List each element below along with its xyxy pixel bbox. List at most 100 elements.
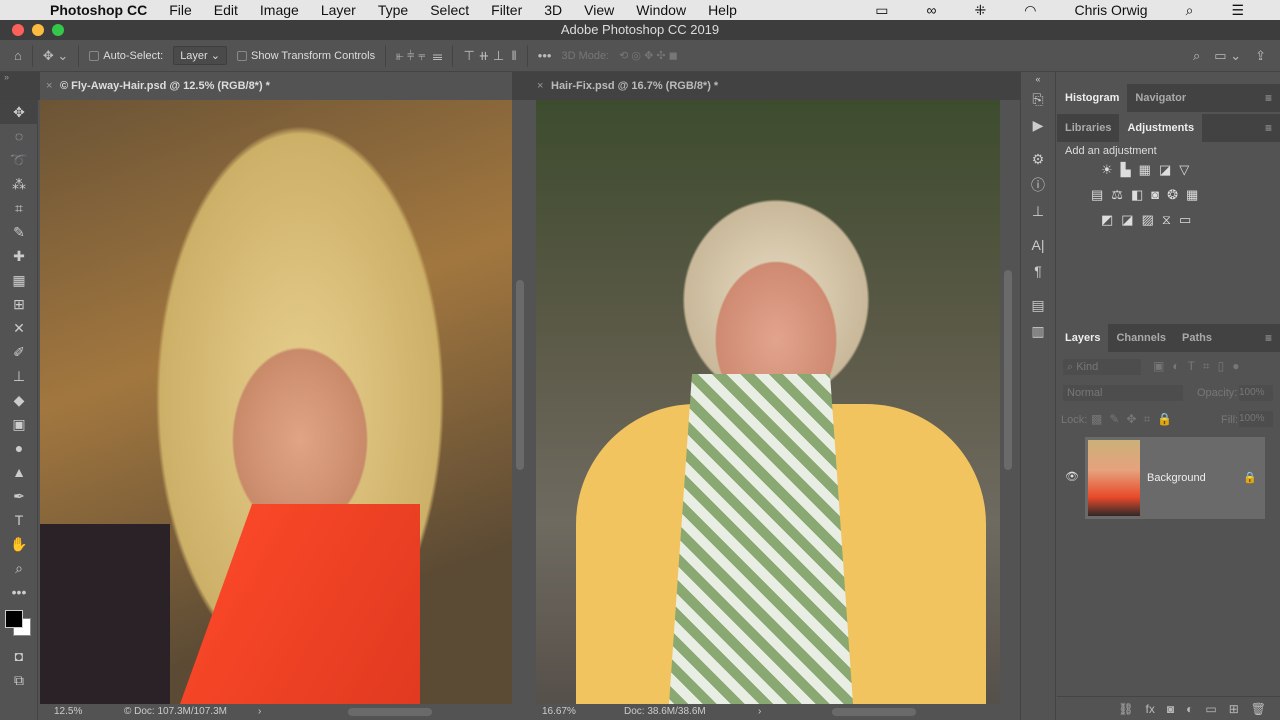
move-tool-icon[interactable]: ✥ [0,100,38,124]
home-icon[interactable]: ⌂ [14,48,22,63]
search-icon[interactable]: ⌕ [1193,48,1200,64]
display-icon[interactable]: ▭ [875,2,888,19]
blur-tool-icon[interactable]: ● [0,436,38,460]
foreground-color-swatch[interactable] [5,610,23,628]
hue-saturation-icon[interactable]: ▤ [1091,187,1103,203]
menu-filter[interactable]: Filter [491,2,522,18]
actions-play-icon[interactable]: ▶ [1021,112,1055,138]
auto-select-checkbox[interactable]: Auto-Select: [89,50,163,62]
blend-mode-dropdown[interactable]: Normal [1063,385,1183,401]
lock-icons[interactable]: ▩✎✥⌗🔒 [1091,412,1179,427]
color-balance-icon[interactable]: ⚖ [1111,187,1123,203]
red-eye-icon[interactable]: ✕ [0,316,38,340]
scrollbar-thumb[interactable] [516,280,524,470]
status-menu-arrow-icon[interactable]: › [758,704,761,720]
move-tool-preset-icon[interactable]: ✥ ⌄ [43,48,68,64]
panel-menu-icon[interactable]: ≡ [1265,91,1272,105]
paragraph-icon[interactable]: ¶ [1021,258,1055,284]
layer-row-background[interactable]: Background 🔒 [1085,437,1265,519]
wifi-icon[interactable]: ◠ [1024,2,1036,19]
tab-navigator[interactable]: Navigator [1127,84,1194,112]
vibrance-icon[interactable]: ▽ [1179,162,1189,178]
exposure-icon[interactable]: ◪ [1159,162,1171,178]
user-name[interactable]: Chris Orwig [1074,2,1147,18]
channel-mixer-icon[interactable]: ❂ [1167,187,1178,203]
menu-window[interactable]: Window [636,2,686,18]
visibility-eye-icon[interactable]: 👁 [1065,470,1079,483]
marquee-tool-icon[interactable]: ◌ [0,124,38,148]
history-icon[interactable]: ⎘ [1021,86,1055,112]
new-group-icon[interactable]: ▭ [1205,702,1216,716]
bluetooth-icon[interactable]: ⁜ [975,2,987,19]
tab-fly-away-hair[interactable]: × © Fly-Away-Hair.psd @ 12.5% (RGB/8*) * [40,72,512,100]
close-tab-icon[interactable]: × [46,72,52,100]
vertical-scrollbar[interactable] [512,100,528,704]
share-icon[interactable]: ⇪ [1255,48,1266,64]
brightness-contrast-icon[interactable]: ☀ [1101,162,1113,178]
tab-adjustments[interactable]: Adjustments [1119,114,1203,142]
menu-layer[interactable]: Layer [321,2,356,18]
tab-paths[interactable]: Paths [1174,324,1220,352]
menu-view[interactable]: View [584,2,614,18]
type-tool-icon[interactable]: T [0,508,38,532]
healing-brush-icon[interactable]: ✚ [0,244,38,268]
black-white-icon[interactable]: ◧ [1131,187,1143,203]
clone-stamp-icon[interactable]: ⊥ [0,364,38,388]
show-transform-checkbox[interactable]: Show Transform Controls [237,50,375,62]
fill-field[interactable]: 100% [1239,411,1273,427]
tab-channels[interactable]: Channels [1108,324,1174,352]
patch-tool-icon[interactable]: ▦ [0,268,38,292]
properties-icon[interactable]: ⚙ [1021,146,1055,172]
eraser-icon[interactable]: ◆ [0,388,38,412]
content-aware-move-icon[interactable]: ⊞ [0,292,38,316]
delete-layer-icon[interactable]: 🗑 [1251,702,1266,716]
menu-type[interactable]: Type [378,2,408,18]
tab-libraries[interactable]: Libraries [1057,114,1119,142]
more-options-icon[interactable]: ••• [538,48,552,63]
dodge-tool-icon[interactable]: ▲ [0,460,38,484]
app-menu[interactable]: Photoshop CC [50,2,147,18]
menu-edit[interactable]: Edit [214,2,238,18]
eyedropper-icon[interactable]: ✎ [0,220,38,244]
quick-mask-icon[interactable]: ◘ [0,644,38,668]
tab-layers[interactable]: Layers [1057,324,1109,352]
workspace-icon[interactable]: ▭ ⌄ [1214,48,1241,64]
vertical-scrollbar[interactable] [1000,100,1016,704]
zoom-level[interactable]: 12.5% [54,704,82,720]
color-lookup-icon[interactable]: ▦ [1186,187,1198,203]
collapse-dock-icon[interactable]: « [1021,72,1055,86]
color-swatches[interactable] [0,604,37,644]
expand-toolbar-icon[interactable]: » [4,72,9,82]
tab-histogram[interactable]: Histogram [1057,84,1128,112]
more-tools-icon[interactable]: ••• [0,580,38,604]
zoom-tool-icon[interactable]: ⌕ [0,556,38,580]
layer-lock-icon[interactable]: 🔒 [1243,471,1257,484]
horizontal-scrollbar-thumb[interactable] [348,708,432,716]
pen-tool-icon[interactable]: ✒ [0,484,38,508]
canvas-hair-fix[interactable] [536,100,1000,704]
opacity-field[interactable]: 100% [1239,385,1273,401]
curves-icon[interactable]: ▦ [1139,162,1151,178]
panel-menu-icon[interactable]: ≡ [1265,331,1272,345]
distribute-icons[interactable]: ⊤ ⧺ ⊥ ‖ [463,48,516,64]
invert-icon[interactable]: ◩ [1101,212,1113,228]
new-layer-icon[interactable]: ⊞ [1229,702,1239,716]
zoom-window-button[interactable] [52,24,64,36]
selective-color-icon[interactable]: ⧖ [1162,212,1171,228]
layer-select-dropdown[interactable]: Layer ⌄ [173,46,227,65]
gradient-map-icon[interactable]: ▭ [1179,212,1191,228]
close-tab-icon[interactable]: × [537,72,543,100]
layer-comps-icon[interactable]: ▥ [1021,318,1055,344]
character-icon[interactable]: A| [1021,232,1055,258]
menu-image[interactable]: Image [260,2,299,18]
new-adjustment-layer-icon[interactable]: ◐ [1186,702,1193,716]
menu-help[interactable]: Help [708,2,737,18]
menu-3d[interactable]: 3D [544,2,562,18]
tab-hair-fix[interactable]: × Hair-Fix.psd @ 16.7% (RGB/8*) * [531,72,1001,100]
close-window-button[interactable] [12,24,24,36]
lasso-tool-icon[interactable]: ➰ [0,148,38,172]
crop-tool-icon[interactable]: ⌗ [0,196,38,220]
hand-tool-icon[interactable]: ✋ [0,532,38,556]
menu-file[interactable]: File [169,2,192,18]
scrollbar-thumb[interactable] [1004,270,1012,470]
